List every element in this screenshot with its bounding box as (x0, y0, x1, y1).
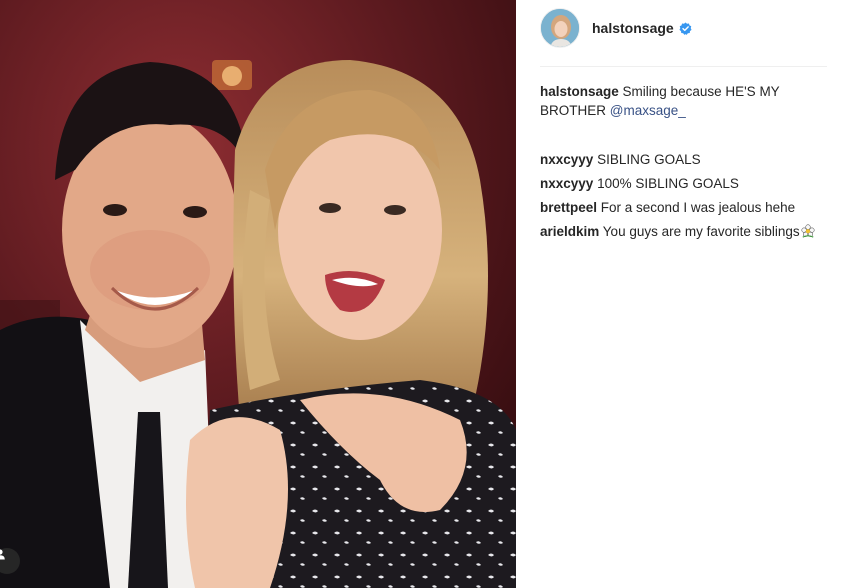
comment-text: SIBLING GOALS (597, 152, 701, 167)
avatar[interactable] (540, 8, 580, 48)
post-photo[interactable] (0, 0, 516, 588)
photo-illustration (0, 0, 516, 588)
comment-username[interactable]: nxxcyyy (540, 176, 593, 191)
comment-text: For a second I was jealous hehe (600, 200, 796, 215)
post-caption: halstonsage Smiling because HE'S MY BROT… (540, 82, 810, 120)
comment-item: brettpeel For a second I was jealous heh… (540, 198, 840, 217)
comment-item: arieldkim You guys are my favorite sibli… (540, 222, 840, 241)
comment-text: You guys are my favorite siblings (602, 224, 800, 239)
post-side-panel: halstonsage halstonsage Smiling because … (516, 0, 849, 588)
comment-username[interactable]: nxxcyyy (540, 152, 593, 167)
avatar-image (541, 9, 579, 47)
comment-item: nxxcyyy SIBLING GOALS (540, 150, 840, 169)
verified-badge-icon (679, 21, 692, 35)
flower-emoji-icon (801, 224, 815, 238)
header-divider (540, 66, 827, 67)
comment-item: nxxcyyy 100% SIBLING GOALS (540, 174, 840, 193)
post-author-username[interactable]: halstonsage (592, 20, 674, 36)
comment-list: nxxcyyy SIBLING GOALS nxxcyyy 100% SIBLI… (540, 150, 840, 246)
caption-mention-link[interactable]: @maxsage_ (610, 103, 686, 118)
comment-text: 100% SIBLING GOALS (597, 176, 739, 191)
comment-username[interactable]: brettpeel (540, 200, 597, 215)
user-tag-icon (0, 549, 5, 560)
caption-username[interactable]: halstonsage (540, 84, 619, 99)
post-header: halstonsage (540, 8, 692, 48)
comment-username[interactable]: arieldkim (540, 224, 599, 239)
